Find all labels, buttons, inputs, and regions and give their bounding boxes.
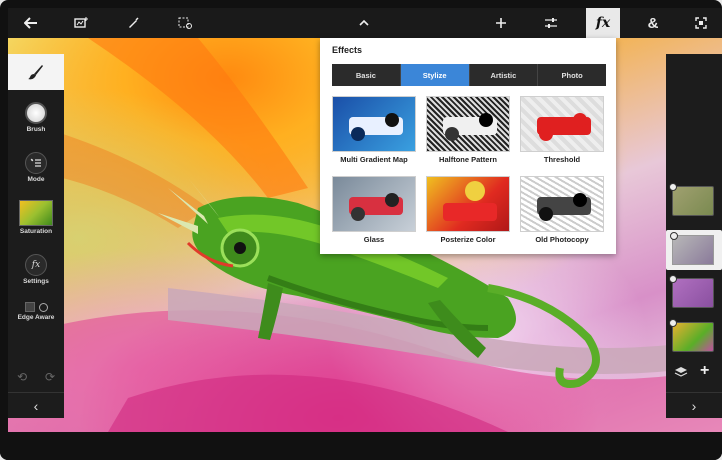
left-tool-panel: Brush Mode Saturation fx Settings Edge A… <box>8 54 64 418</box>
chevron-up-icon <box>359 19 369 26</box>
effect-old-photocopy[interactable]: Old Photocopy <box>520 176 604 244</box>
adjustments-button[interactable] <box>534 8 568 38</box>
selection-tool-button[interactable] <box>168 8 202 38</box>
brush-tool-button[interactable] <box>8 54 64 90</box>
mode-control[interactable]: Mode <box>8 152 64 183</box>
layer-visibility-icon[interactable] <box>669 183 677 191</box>
tablet-frame: fx & Brush Mode Saturation fx Settings E… <box>0 0 722 460</box>
effect-thumbnail <box>332 96 416 152</box>
effect-posterize-color[interactable]: Posterize Color <box>426 176 510 244</box>
effect-threshold[interactable]: Threshold <box>520 96 604 164</box>
settings-control[interactable]: fx Settings <box>8 254 64 285</box>
fullscreen-button[interactable] <box>684 8 718 38</box>
fullscreen-icon <box>695 17 707 29</box>
layers-stack-icon[interactable] <box>674 366 688 380</box>
saturation-control[interactable]: Saturation <box>8 200 64 235</box>
effect-label: Multi Gradient Map <box>340 155 408 164</box>
layers-panel: + › <box>666 54 722 418</box>
layer-thumbnail-selected[interactable] <box>666 230 722 270</box>
tab-stylize[interactable]: Stylize <box>400 64 470 86</box>
effect-thumbnail <box>520 96 604 152</box>
effect-glass[interactable]: Glass <box>332 176 416 244</box>
edge-aware-control[interactable]: Edge Aware <box>8 302 64 321</box>
brush-size-icon <box>25 102 47 124</box>
layer-visibility-icon[interactable] <box>669 319 677 327</box>
layer-visibility-icon[interactable] <box>670 232 678 240</box>
edge-aware-checkbox-icon <box>24 302 35 312</box>
plus-icon <box>496 18 506 28</box>
effects-button[interactable]: fx <box>586 8 620 38</box>
edge-aware-circle-icon <box>38 302 48 312</box>
pen-tool-button[interactable] <box>116 8 150 38</box>
layer-thumbnail[interactable] <box>669 319 714 352</box>
effect-label: Old Photocopy <box>535 235 589 244</box>
effect-halftone-pattern[interactable]: Halftone Pattern <box>426 96 510 164</box>
tab-photo[interactable]: Photo <box>538 64 606 86</box>
layer-thumbnail[interactable] <box>669 183 714 216</box>
add-image-button[interactable] <box>64 8 98 38</box>
effect-thumbnail <box>332 176 416 232</box>
effect-thumbnail <box>426 96 510 152</box>
layer-selected-image <box>672 235 714 265</box>
effects-tabs: Basic Stylize Artistic Photo <box>332 64 606 86</box>
add-layer-button[interactable]: + <box>700 362 709 380</box>
right-panel-collapse-button[interactable]: › <box>666 392 722 418</box>
redo-icon[interactable]: ⟳ <box>45 370 55 384</box>
pen-icon <box>129 17 139 28</box>
layer-visibility-icon[interactable] <box>669 275 677 283</box>
blend-button[interactable]: & <box>636 8 670 38</box>
top-toolbar: fx & <box>8 8 722 38</box>
arrow-left-icon <box>24 17 37 29</box>
edge-aware-toggle[interactable] <box>8 302 64 312</box>
brush-size-control[interactable]: Brush <box>8 102 64 133</box>
layer-thumbnail[interactable] <box>669 275 714 308</box>
undo-redo-row: ⟲ ⟳ <box>8 370 64 384</box>
device-bottom-bezel <box>0 432 722 460</box>
add-button[interactable] <box>484 8 518 38</box>
effects-title: Effects <box>332 45 363 55</box>
brush-label: Brush <box>26 126 46 133</box>
effect-label: Threshold <box>543 155 581 164</box>
mode-label: Mode <box>27 176 45 183</box>
fx-settings-icon: fx <box>25 254 47 276</box>
brush-icon <box>28 65 43 80</box>
sliders-icon <box>545 18 557 28</box>
tab-artistic[interactable]: Artistic <box>470 64 539 86</box>
effect-thumbnail <box>520 176 604 232</box>
effect-label: Halftone Pattern <box>439 155 497 164</box>
edge-aware-label: Edge Aware <box>17 314 55 321</box>
effect-multi-gradient-map[interactable]: Multi Gradient Map <box>332 96 416 164</box>
image-plus-icon <box>74 17 88 28</box>
effect-label: Glass <box>363 235 385 244</box>
undo-icon[interactable]: ⟲ <box>17 370 27 384</box>
effects-popover: Effects Basic Stylize Artistic Photo Mul… <box>320 38 616 254</box>
settings-label: Settings <box>23 278 49 285</box>
effect-thumbnail <box>426 176 510 232</box>
saturation-label: Saturation <box>19 228 53 235</box>
tab-basic[interactable]: Basic <box>332 64 401 86</box>
selection-icon <box>178 17 192 29</box>
saturation-thumbnail <box>19 200 53 226</box>
effect-label: Posterize Color <box>440 235 496 244</box>
collapse-toolbar-button[interactable] <box>347 8 381 38</box>
mode-icon <box>25 152 47 174</box>
back-button[interactable] <box>14 8 48 38</box>
left-panel-collapse-button[interactable]: ‹ <box>8 392 64 418</box>
